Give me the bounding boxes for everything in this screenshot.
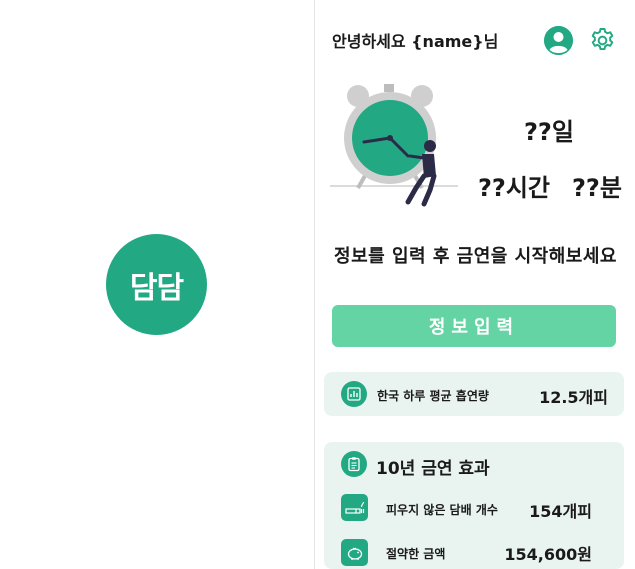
- cigarettes-label: 피우지 않은 담배 개수: [386, 503, 498, 517]
- clock-person-illustration: [330, 84, 458, 207]
- average-smoking-card: 한국 하루 평균 흡연량 12.5개피: [324, 372, 624, 416]
- quit-minutes: ??분: [572, 174, 622, 202]
- piggy-bank-icon: [341, 539, 368, 566]
- profile-button[interactable]: [544, 26, 573, 55]
- account-circle-icon: [544, 26, 573, 55]
- start-prompt: 정보를 입력 후 금연을 시작해보세요: [334, 246, 617, 267]
- app-logo: 담담: [106, 234, 207, 335]
- quit-effect-card: 10년 금연 효과 피우지 않은 담배 개수 154개피 절약한 금액 154,…: [324, 442, 624, 569]
- home-screen: 안녕하세요 {name}님 ??일 ??시간 ??분 정보를 입력 후 금연을 …: [316, 0, 635, 569]
- gear-icon: [591, 28, 614, 51]
- cigarettes-value: 154개피: [529, 502, 592, 521]
- quit-days: ??일: [524, 118, 574, 146]
- splash-screen: 담담: [0, 0, 315, 569]
- cigarette-icon: [341, 494, 368, 521]
- settings-button[interactable]: [588, 26, 617, 55]
- saved-money-label: 절약한 금액: [386, 547, 446, 561]
- logo-text: 담담: [129, 270, 184, 306]
- quit-hours: ??시간: [478, 174, 551, 202]
- average-label: 한국 하루 평균 흡연량: [377, 389, 489, 403]
- greeting-text: 안녕하세요 {name}님: [332, 32, 499, 51]
- bar-chart-icon: [341, 381, 367, 407]
- average-value: 12.5개피: [539, 388, 608, 407]
- clipboard-icon: [341, 451, 367, 477]
- enter-info-button[interactable]: 정보입력: [332, 305, 616, 347]
- effect-card-title: 10년 금연 효과: [376, 459, 490, 479]
- saved-money-value: 154,600원: [504, 545, 592, 564]
